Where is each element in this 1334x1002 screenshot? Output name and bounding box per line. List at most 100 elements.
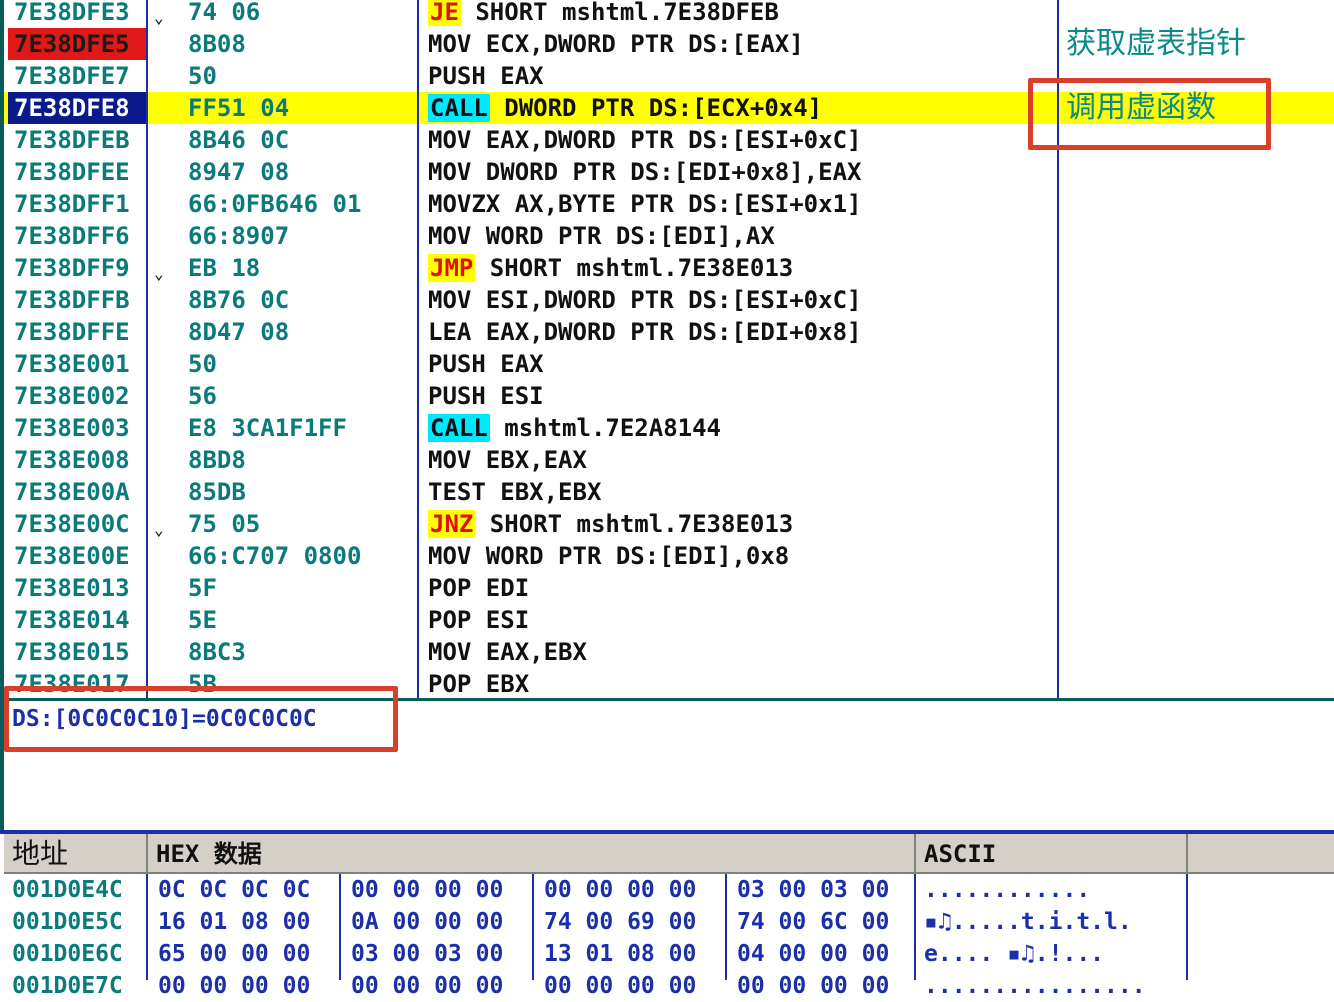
- instruction-bytes[interactable]: 50: [188, 348, 217, 380]
- dump-hex-group[interactable]: 04 00 00 00: [737, 938, 889, 970]
- column-separator-address[interactable]: [146, 0, 148, 698]
- instruction-bytes[interactable]: 85DB: [188, 476, 246, 508]
- dump-hex-group[interactable]: 00 00 00 00: [737, 970, 889, 1002]
- instruction-text[interactable]: MOV EBX,EAX: [428, 444, 587, 476]
- dump-hex-group[interactable]: 00 00 00 00: [351, 874, 503, 906]
- instruction-address[interactable]: 7E38E001: [12, 348, 146, 380]
- disasm-row[interactable]: 7E38DFFB 8B76 0C MOV ESI,DWORD PTR DS:[ESI…: [4, 284, 1334, 316]
- dump-address[interactable]: 001D0E5C: [12, 906, 123, 938]
- instruction-address[interactable]: 7E38E003: [12, 412, 146, 444]
- instruction-bytes[interactable]: FF51 04: [188, 92, 289, 124]
- instruction-text[interactable]: MOVZX AX,BYTE PTR DS:[ESI+0x1]: [428, 188, 861, 220]
- dump-hex-group[interactable]: 0A 00 00 00: [351, 906, 503, 938]
- disasm-row[interactable]: 7E38E013 5F POP EDI: [4, 572, 1334, 604]
- dump-header-hex[interactable]: HEX 数据: [148, 834, 916, 874]
- instruction-address[interactable]: 7E38E014: [12, 604, 146, 636]
- instruction-text[interactable]: PUSH ESI: [428, 380, 544, 412]
- dump-hex-group[interactable]: 74 00 6C 00: [737, 906, 889, 938]
- instruction-text[interactable]: PUSH EAX: [428, 60, 544, 92]
- instruction-text[interactable]: POP EDI: [428, 572, 529, 604]
- disasm-row[interactable]: 7E38DFFE 8D47 08 LEA EAX,DWORD PTR DS:[EDI…: [4, 316, 1334, 348]
- dump-row[interactable]: 001D0E6C 65 00 00 00 03 00 03 00 13 01 08 0…: [0, 938, 1334, 970]
- instruction-bytes[interactable]: 74 06: [188, 0, 260, 28]
- disasm-row[interactable]: 7E38DFF1 66:0FB646 01 MOVZX AX,BYTE PTR DS…: [4, 188, 1334, 220]
- instruction-address[interactable]: 7E38DFFB: [12, 284, 146, 316]
- dump-hex-group[interactable]: 65 00 00 00: [158, 938, 310, 970]
- memory-dump-pane[interactable]: 地址 HEX 数据 ASCII 001D0E4C 0C 0C 0C 0C 00 00…: [0, 834, 1334, 999]
- disasm-row[interactable]: 7E38E00C ⌄ 75 05 JNZ SHORT mshtml.7E38E013: [4, 508, 1334, 540]
- instruction-address[interactable]: 7E38DFE7: [12, 60, 146, 92]
- instruction-bytes[interactable]: 8B76 0C: [188, 284, 289, 316]
- instruction-text[interactable]: JE SHORT mshtml.7E38DFEB: [428, 0, 779, 28]
- instruction-text[interactable]: MOV EAX,EBX: [428, 636, 587, 668]
- disasm-row[interactable]: 7E38DFF6 66:8907 MOV WORD PTR DS:[EDI],AX: [4, 220, 1334, 252]
- dump-hex-group[interactable]: 74 00 69 00: [544, 906, 696, 938]
- disasm-row[interactable]: 7E38E003 E8 3CA1F1FF CALL mshtml.7E2A8144: [4, 412, 1334, 444]
- instruction-text[interactable]: CALL mshtml.7E2A8144: [428, 412, 721, 444]
- dump-hex-group[interactable]: 03 00 03 00: [737, 874, 889, 906]
- instruction-text[interactable]: LEA EAX,DWORD PTR DS:[EDI+0x8]: [428, 316, 861, 348]
- disasm-row[interactable]: 7E38E001 50 PUSH EAX: [4, 348, 1334, 380]
- instruction-text[interactable]: POP ESI: [428, 604, 529, 636]
- instruction-text[interactable]: MOV EAX,DWORD PTR DS:[ESI+0xC]: [428, 124, 861, 156]
- dump-hex-group[interactable]: 00 00 00 00: [544, 874, 696, 906]
- dump-header-address[interactable]: 地址: [4, 834, 148, 874]
- instruction-address[interactable]: 7E38E00C: [12, 508, 146, 540]
- dump-ascii[interactable]: ............: [924, 874, 1090, 906]
- disasm-row[interactable]: 7E38E00A 85DB TEST EBX,EBX: [4, 476, 1334, 508]
- dump-header-ascii[interactable]: ASCII: [916, 834, 1188, 874]
- instruction-text[interactable]: MOV WORD PTR DS:[EDI],0x8: [428, 540, 789, 572]
- dump-hex-group[interactable]: 0C 0C 0C 0C: [158, 874, 310, 906]
- instruction-address[interactable]: 7E38DFEB: [12, 124, 146, 156]
- disasm-row[interactable]: 7E38DFEE 8947 08 MOV DWORD PTR DS:[EDI+0x8…: [4, 156, 1334, 188]
- instruction-address[interactable]: 7E38DFFE: [12, 316, 146, 348]
- dump-hex-group[interactable]: 00 00 00 00: [351, 970, 503, 1002]
- instruction-text[interactable]: CALL DWORD PTR DS:[ECX+0x4]: [428, 92, 822, 124]
- instruction-text[interactable]: POP EBX: [428, 668, 529, 698]
- instruction-address[interactable]: 7E38DFE3: [12, 0, 146, 28]
- instruction-bytes[interactable]: EB 18: [188, 252, 260, 284]
- instruction-text[interactable]: TEST EBX,EBX: [428, 476, 601, 508]
- dump-ascii[interactable]: e.... ▪♫.!...: [924, 938, 1104, 970]
- dump-hex-group[interactable]: 03 00 03 00: [351, 938, 503, 970]
- instruction-text[interactable]: JNZ SHORT mshtml.7E38E013: [428, 508, 793, 540]
- instruction-address[interactable]: 7E38DFEE: [12, 156, 146, 188]
- instruction-text[interactable]: MOV ECX,DWORD PTR DS:[EAX]: [428, 28, 804, 60]
- instruction-bytes[interactable]: 8B46 0C: [188, 124, 289, 156]
- disasm-row[interactable]: 7E38E008 8BD8 MOV EBX,EAX: [4, 444, 1334, 476]
- instruction-bytes[interactable]: 8B08: [188, 28, 246, 60]
- instruction-text[interactable]: MOV WORD PTR DS:[EDI],AX: [428, 220, 775, 252]
- dump-address[interactable]: 001D0E6C: [12, 938, 123, 970]
- instruction-bytes[interactable]: 50: [188, 60, 217, 92]
- instruction-bytes[interactable]: 8BC3: [188, 636, 246, 668]
- instruction-bytes[interactable]: 56: [188, 380, 217, 412]
- instruction-bytes[interactable]: 66:C707 0800: [188, 540, 361, 572]
- dump-address[interactable]: 001D0E7C: [12, 970, 123, 1002]
- instruction-bytes[interactable]: 5F: [188, 572, 217, 604]
- instruction-address[interactable]: 7E38E013: [12, 572, 146, 604]
- dump-ascii[interactable]: ................: [924, 970, 1146, 1002]
- instruction-address[interactable]: 7E38E002: [12, 380, 146, 412]
- dump-hex-group[interactable]: 00 00 00 00: [158, 970, 310, 1002]
- dump-address[interactable]: 001D0E4C: [12, 874, 123, 906]
- dump-hex-group[interactable]: 00 00 00 00: [544, 970, 696, 1002]
- instruction-address[interactable]: 7E38DFE5: [8, 28, 146, 60]
- dump-hex-group[interactable]: 16 01 08 00: [158, 906, 310, 938]
- instruction-address[interactable]: 7E38DFF1: [12, 188, 146, 220]
- instruction-bytes[interactable]: E8 3CA1F1FF: [188, 412, 347, 444]
- disasm-row[interactable]: 7E38DFF9 ⌄ EB 18 JMP SHORT mshtml.7E38E013: [4, 252, 1334, 284]
- dump-row[interactable]: 001D0E5C 16 01 08 00 0A 00 00 00 74 00 69 0…: [0, 906, 1334, 938]
- column-separator-hex[interactable]: [417, 0, 419, 698]
- dump-hex-group[interactable]: 13 01 08 00: [544, 938, 696, 970]
- instruction-address[interactable]: 7E38E008: [12, 444, 146, 476]
- instruction-bytes[interactable]: 75 05: [188, 508, 260, 540]
- instruction-text[interactable]: JMP SHORT mshtml.7E38E013: [428, 252, 793, 284]
- dump-row[interactable]: 001D0E7C 00 00 00 00 00 00 00 00 00 00 00 0…: [0, 970, 1334, 1002]
- instruction-text[interactable]: MOV DWORD PTR DS:[EDI+0x8],EAX: [428, 156, 861, 188]
- disasm-row[interactable]: 7E38E015 8BC3 MOV EAX,EBX: [4, 636, 1334, 668]
- disasm-row[interactable]: 7E38DFE3 ⌄ 74 06 JE SHORT mshtml.7E38DFEB: [4, 0, 1334, 28]
- dump-ascii[interactable]: ▪♫.....t.i.t.l.: [924, 906, 1132, 938]
- instruction-bytes[interactable]: 66:8907: [188, 220, 289, 252]
- instruction-address[interactable]: 7E38E00A: [12, 476, 146, 508]
- instruction-address[interactable]: 7E38DFE8: [8, 92, 146, 124]
